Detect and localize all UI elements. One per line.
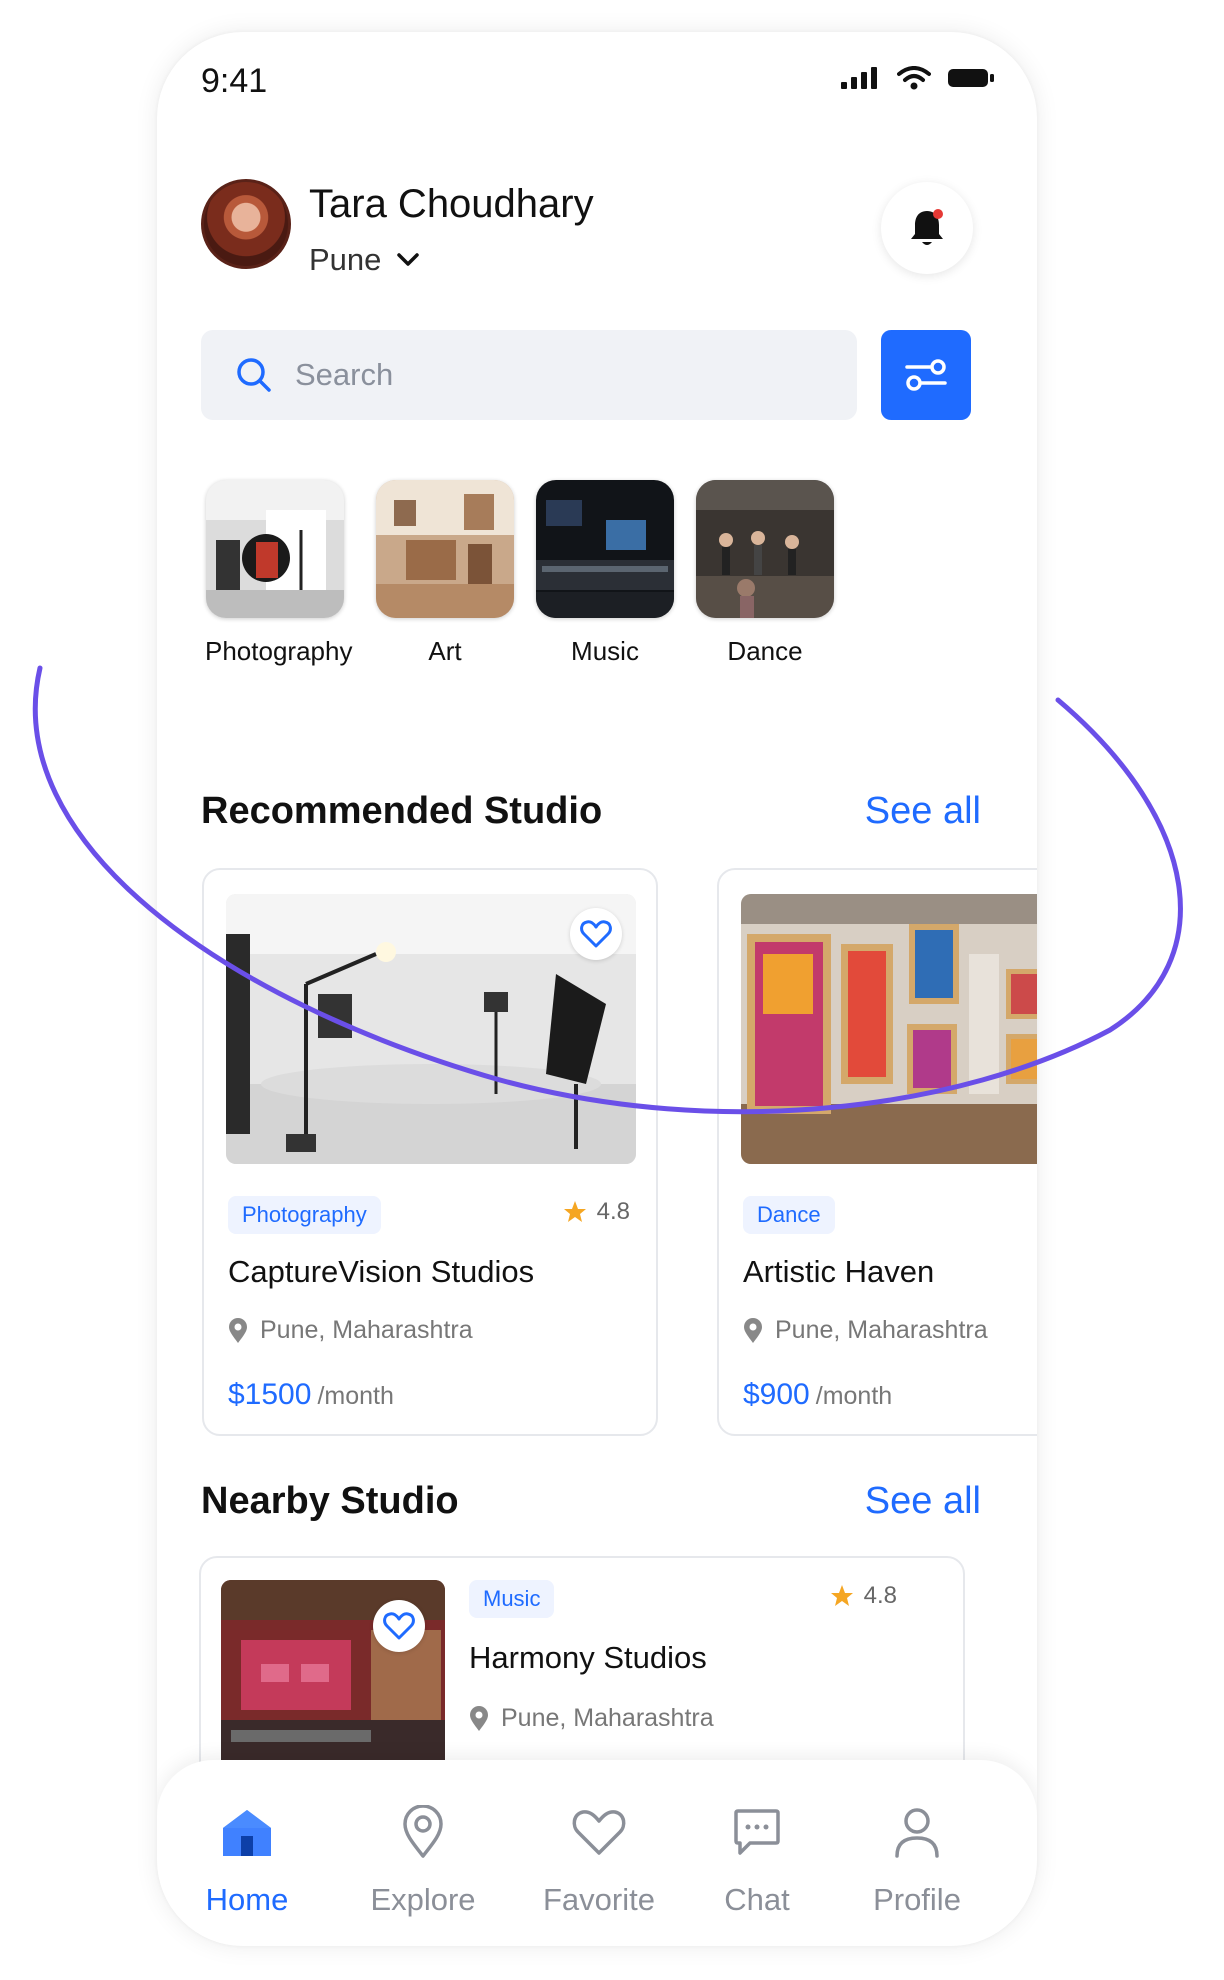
studio-name: Harmony Studios	[469, 1640, 707, 1675]
filter-button[interactable]	[881, 330, 971, 420]
search-input[interactable]	[295, 357, 815, 393]
wifi-icon	[897, 66, 931, 90]
category-art[interactable]: Art	[375, 480, 515, 667]
nav-explore[interactable]: Explore	[353, 1800, 493, 1918]
status-bar: 9:41	[157, 32, 1037, 142]
rating-value: 4.8	[863, 1582, 897, 1609]
price-row: $1500/month	[228, 1378, 394, 1412]
rating: 4.8	[563, 1198, 630, 1226]
search-box[interactable]	[201, 330, 857, 420]
category-label: Photography	[205, 636, 353, 666]
chevron-down-icon	[397, 253, 420, 266]
map-pin-icon	[470, 1705, 488, 1731]
price-row: $900/month	[743, 1378, 892, 1412]
bottom-navigation: Home Explore Favorite Chat Profile	[157, 1760, 1037, 1946]
category-dance-image	[696, 480, 834, 618]
map-pin-icon	[744, 1317, 762, 1343]
heart-icon	[572, 1810, 626, 1855]
studio-image	[226, 894, 636, 1164]
category-photography[interactable]: Photography	[205, 480, 353, 667]
location-selector[interactable]: Pune	[309, 242, 420, 278]
category-label: Dance	[727, 636, 803, 666]
star-icon	[563, 1201, 586, 1222]
studio-card[interactable]: Photography 4.8 CaptureVision Studios Pu…	[202, 868, 658, 1436]
category-dance[interactable]: Dance	[695, 480, 835, 667]
category-music[interactable]: Music	[535, 480, 675, 667]
nearby-title: Nearby Studio	[201, 1480, 459, 1522]
favorite-button[interactable]	[570, 908, 622, 960]
nav-favorite[interactable]: Favorite	[529, 1800, 669, 1918]
nav-home[interactable]: Home	[177, 1800, 317, 1918]
category-label: Art	[428, 636, 462, 666]
star-icon	[830, 1585, 853, 1606]
filter-icon	[905, 359, 947, 391]
user-name: Tara Choudhary	[309, 182, 594, 226]
search-icon	[237, 358, 271, 392]
nav-label: Favorite	[543, 1882, 655, 1917]
studio-location-text: Pune, Maharashtra	[260, 1316, 473, 1344]
nav-label: Chat	[724, 1882, 790, 1917]
price: $900	[743, 1378, 810, 1411]
status-time: 9:41	[201, 62, 268, 100]
recommended-title: Recommended Studio	[201, 790, 603, 832]
nav-label: Home	[205, 1882, 289, 1917]
category-art-image	[376, 480, 514, 618]
category-photography-image	[206, 480, 344, 618]
studio-location-text: Pune, Maharashtra	[775, 1316, 988, 1344]
rating: 4.8	[830, 1582, 897, 1610]
category-tag: Music	[469, 1580, 555, 1618]
nearby-see-all-link[interactable]: See all	[865, 1480, 981, 1523]
rating-value: 4.8	[596, 1198, 630, 1225]
category-label: Music	[571, 636, 639, 666]
studio-location: Pune, Maharashtra	[469, 1704, 714, 1733]
favorite-button[interactable]	[373, 1600, 425, 1652]
price: $1500	[228, 1378, 312, 1411]
nav-profile[interactable]: Profile	[847, 1800, 987, 1918]
home-icon	[223, 1810, 271, 1856]
studio-name: CaptureVision Studios	[228, 1254, 535, 1289]
chat-icon	[734, 1809, 780, 1855]
price-period: /month	[317, 1382, 394, 1410]
bell-icon	[911, 209, 943, 245]
location-label: Pune	[309, 242, 382, 277]
avatar[interactable]	[201, 179, 291, 269]
price-period: /month	[815, 1382, 893, 1410]
studio-location: Pune, Maharashtra	[228, 1316, 473, 1345]
notification-button[interactable]	[881, 182, 973, 274]
nav-label: Profile	[873, 1882, 961, 1917]
category-music-image	[536, 480, 674, 618]
heart-icon	[580, 920, 612, 948]
recommended-see-all-link[interactable]: See all	[865, 790, 981, 833]
studio-location-text: Pune, Maharashtra	[501, 1704, 714, 1732]
map-pin-icon	[229, 1317, 247, 1343]
user-icon	[895, 1808, 939, 1858]
nav-label: Explore	[370, 1882, 476, 1917]
map-pin-icon	[403, 1805, 443, 1858]
heart-icon	[383, 1612, 415, 1640]
status-icons	[841, 66, 995, 90]
battery-icon	[948, 69, 994, 87]
category-tag: Photography	[228, 1196, 381, 1234]
studio-image	[741, 894, 1037, 1164]
signal-icon	[841, 67, 877, 89]
category-tag: Dance	[743, 1196, 835, 1234]
nav-chat[interactable]: Chat	[687, 1800, 827, 1918]
phone-screen: 9:41 Tara Choudhary Pune Search Photogra…	[157, 32, 1037, 1946]
studio-card[interactable]: Dance Artistic Haven Pune, Maharashtra $…	[717, 868, 1037, 1436]
studio-location: Pune, Maharashtra	[743, 1316, 988, 1345]
studio-name: Artistic Haven	[743, 1254, 935, 1289]
